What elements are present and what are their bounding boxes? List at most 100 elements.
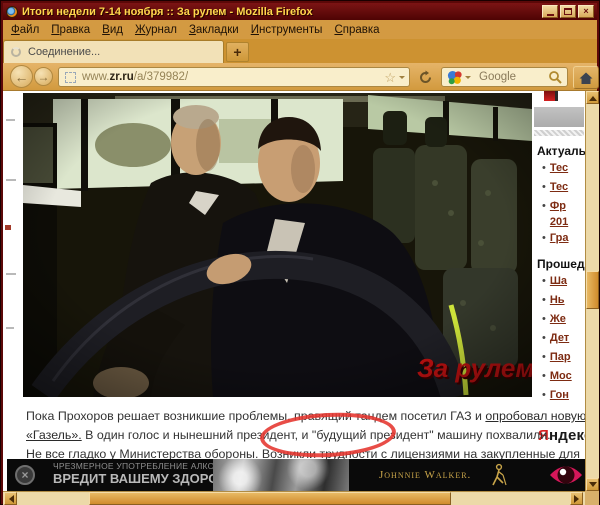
article-link[interactable]: «Газель».: [26, 428, 82, 442]
home-button[interactable]: [573, 66, 599, 89]
vertical-scrollbar[interactable]: [585, 91, 599, 491]
close-icon: ×: [583, 7, 588, 16]
sidebar-link[interactable]: Же: [550, 311, 585, 327]
sidebar-link[interactable]: Ша: [550, 273, 585, 289]
address-bar[interactable]: www.zr.ru/a/379982/ ☆: [58, 67, 410, 87]
bullet-icon: •: [542, 387, 546, 403]
tab-active[interactable]: Соединение...: [3, 40, 224, 63]
url-text: www.zr.ru/a/379982/: [82, 71, 188, 83]
striding-man-icon: [489, 463, 509, 487]
banner-close-button[interactable]: ×: [15, 465, 35, 485]
sidebar-list-item: •Дет: [542, 330, 585, 349]
sidebar-heading: Прошедш: [537, 257, 585, 271]
maximize-button[interactable]: [560, 5, 576, 18]
scroll-left-button[interactable]: [4, 492, 17, 505]
bullet-icon: •: [542, 330, 546, 346]
sidebar-list-item: •Гон: [542, 387, 585, 406]
left-arrow-icon: [5, 495, 14, 503]
title-bar[interactable]: Итоги недели 7-14 ноября :: За рулем - M…: [3, 3, 597, 20]
sidebar-divider-hatch: [534, 130, 584, 136]
address-bar-right: ☆: [384, 71, 409, 84]
forward-arrow-icon: →: [38, 70, 50, 84]
sidebar-link[interactable]: Гра: [550, 230, 585, 246]
sidebar-link[interactable]: Пар: [550, 349, 585, 365]
sidebar-link[interactable]: Дет: [550, 330, 585, 346]
bullet-icon: •: [542, 230, 546, 246]
page-viewport: За рулем За рулем Пока Прохоров решает в…: [3, 91, 585, 491]
warning-line-1: ЧРЕЗМЕРНОЕ УПОТРЕБЛЕНИЕ АЛКОГОЛЯ: [53, 461, 225, 471]
sidebar-list-item: •Пар: [542, 349, 585, 368]
ad-banner[interactable]: × ЧРЕЗМЕРНОЕ УПОТРЕБЛЕНИЕ АЛКОГОЛЯ ВРЕДИ…: [7, 459, 585, 491]
reload-icon: [418, 70, 433, 85]
vertical-scroll-thumb[interactable]: [586, 271, 599, 309]
sidebar-link[interactable]: Тес: [550, 179, 585, 195]
sidebar-list-item: •Же: [542, 311, 585, 330]
menu-item[interactable]: Файл: [9, 24, 49, 36]
url-prefix: www.: [82, 71, 109, 83]
menu-item[interactable]: Правка: [49, 24, 100, 36]
sidebar-list-item: •Гра: [542, 230, 585, 249]
right-arrow-icon: [574, 495, 583, 503]
google-logo-icon: [447, 70, 462, 85]
red-eye-icon: [547, 461, 585, 489]
firefox-icon: [6, 6, 18, 18]
menu-bar: ФайлПравкаВидЖурналЗакладкиИнструментыСп…: [3, 20, 597, 39]
forward-button[interactable]: →: [34, 67, 53, 86]
bullet-icon: •: [542, 179, 546, 195]
article-photo[interactable]: За рулем За рулем: [23, 93, 532, 397]
screen: Итоги недели 7-14 ноября :: За рулем - M…: [0, 0, 600, 505]
menu-item[interactable]: Журнал: [133, 24, 187, 36]
search-magnifier-icon[interactable]: [548, 70, 562, 84]
search-engine-dropdown-icon[interactable]: [465, 76, 471, 82]
menu-item[interactable]: Вид: [100, 24, 133, 36]
bullet-icon: •: [542, 198, 546, 214]
url-path: /a/379982/: [134, 71, 188, 83]
window-controls: ×: [542, 5, 594, 18]
reload-button[interactable]: [415, 68, 436, 87]
sidebar-link[interactable]: Мос: [550, 368, 585, 384]
sidebar-heading: Актуальн: [537, 144, 585, 158]
maximize-icon: [564, 8, 572, 15]
menu-item[interactable]: Справка: [332, 24, 389, 36]
bullet-icon: •: [542, 273, 546, 289]
back-arrow-icon: ←: [15, 69, 29, 85]
bullet-icon: •: [542, 311, 546, 327]
minimize-icon: [547, 14, 554, 16]
bookmark-star-icon[interactable]: ☆: [384, 71, 396, 84]
search-bar[interactable]: Google: [441, 67, 568, 87]
sidebar-link[interactable]: Нь: [550, 292, 585, 308]
tab-title: Соединение...: [28, 46, 100, 58]
up-arrow-icon: [589, 92, 597, 101]
sidebar-list-item: •Тес: [542, 160, 585, 179]
menu-item[interactable]: Закладки: [187, 24, 249, 36]
scroll-up-button[interactable]: [586, 91, 599, 104]
horizontal-scroll-thumb[interactable]: [89, 492, 451, 505]
sidebar-link[interactable]: Фр 201: [550, 198, 585, 230]
scroll-right-button[interactable]: [570, 492, 583, 505]
bullet-icon: •: [542, 349, 546, 365]
sidebar-banner-placeholder: [534, 107, 584, 127]
bullet-icon: •: [542, 160, 546, 176]
horizontal-scrollbar[interactable]: [3, 491, 585, 505]
sidebar-list-item: •Фр 201: [542, 198, 585, 230]
sidebar-link[interactable]: Гон: [550, 387, 585, 403]
back-button[interactable]: ←: [10, 65, 33, 88]
article-link[interactable]: опробовал новую: [485, 409, 585, 423]
menu-item[interactable]: Инструменты: [249, 24, 333, 36]
sidebar-list-item: •Мос: [542, 368, 585, 387]
photo-putin-medvedev-in-gazelle: За рулем За рулем: [23, 93, 532, 397]
sidebar-list-item: •Ша: [542, 273, 585, 292]
clipped-sidebar-image: [544, 91, 558, 101]
scroll-down-button[interactable]: [586, 478, 599, 491]
down-arrow-icon: [589, 482, 597, 491]
bullet-icon: •: [542, 292, 546, 308]
clipped-text-fragment: [6, 179, 16, 181]
banner-video-frame: [213, 459, 349, 491]
clipped-text-fragment: [6, 273, 16, 275]
sidebar-link[interactable]: Тес: [550, 160, 585, 176]
new-tab-button[interactable]: +: [226, 42, 249, 62]
close-button[interactable]: ×: [578, 5, 594, 18]
minimize-button[interactable]: [542, 5, 558, 18]
banner-brand-text: Johnnie Walker.: [379, 469, 471, 481]
bookmark-dropdown-icon[interactable]: [399, 76, 405, 82]
